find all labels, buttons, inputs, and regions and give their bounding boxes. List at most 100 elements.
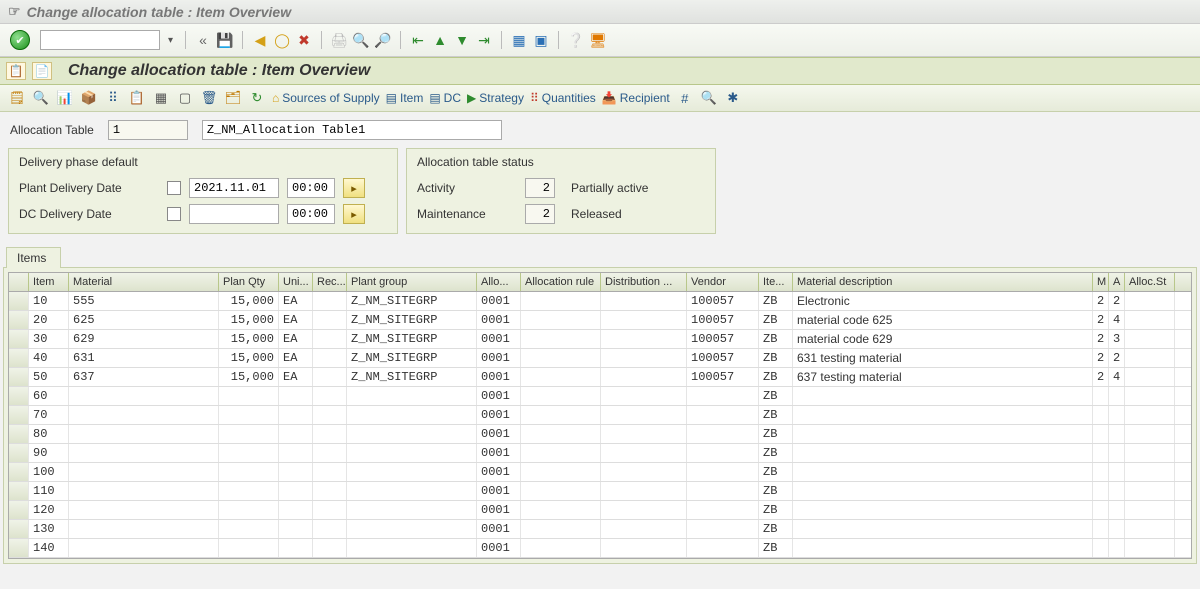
cell-vendor[interactable] (687, 482, 759, 500)
chart-icon[interactable]: 📊 (56, 89, 74, 107)
cell-ite[interactable]: ZB (759, 463, 793, 481)
refresh-icon[interactable]: ↻ (248, 89, 266, 107)
col-ite[interactable]: Ite... (759, 273, 793, 291)
col-a[interactable]: A (1109, 273, 1125, 291)
cell-allocst[interactable] (1125, 349, 1175, 367)
cell-qty[interactable] (219, 482, 279, 500)
cell-item[interactable]: 60 (29, 387, 69, 405)
cell-qty[interactable]: 15,000 (219, 292, 279, 310)
cell-ite[interactable]: ZB (759, 406, 793, 424)
grid-icon[interactable]: # (676, 89, 694, 107)
cell-material[interactable]: 631 (69, 349, 219, 367)
cell-item[interactable]: 30 (29, 330, 69, 348)
print-icon[interactable]: 🖨 (330, 31, 348, 49)
cell-a[interactable] (1109, 520, 1125, 538)
cell-allo[interactable]: 0001 (477, 539, 521, 557)
cell-unit[interactable] (279, 482, 313, 500)
dc-date-f4-icon[interactable]: ▸ (343, 204, 365, 224)
cell-item[interactable]: 40 (29, 349, 69, 367)
search-icon[interactable]: 🔍 (700, 89, 718, 107)
cell-ite[interactable]: ZB (759, 539, 793, 557)
cell-ite[interactable]: ZB (759, 330, 793, 348)
cell-alloc-rule[interactable] (521, 368, 601, 386)
cell-allocst[interactable] (1125, 425, 1175, 443)
col-plant-group[interactable]: Plant group (347, 273, 477, 291)
cell-allocst[interactable] (1125, 292, 1175, 310)
cell-alloc-rule[interactable] (521, 349, 601, 367)
cell-allo[interactable]: 0001 (477, 482, 521, 500)
cell-vendor[interactable] (687, 444, 759, 462)
col-description[interactable]: Material description (793, 273, 1093, 291)
detail-icon[interactable]: 🔍 (32, 89, 50, 107)
col-unit[interactable]: Uni... (279, 273, 313, 291)
package-icon[interactable]: 📦 (80, 89, 98, 107)
table-row[interactable]: 5063715,000EAZ_NM_SITEGRP0001100057ZB637… (9, 368, 1191, 387)
row-selector[interactable] (9, 444, 29, 462)
cell-unit[interactable]: EA (279, 330, 313, 348)
cell-plant-group[interactable]: Z_NM_SITEGRP (347, 292, 477, 310)
document-icon[interactable]: 📄 (32, 62, 52, 80)
cell-alloc-rule[interactable] (521, 311, 601, 329)
cell-plant-group[interactable]: Z_NM_SITEGRP (347, 368, 477, 386)
col-allo[interactable]: Allo... (477, 273, 521, 291)
cell-item[interactable]: 140 (29, 539, 69, 557)
cell-allo[interactable]: 0001 (477, 463, 521, 481)
cell-material[interactable] (69, 520, 219, 538)
cell-a[interactable]: 4 (1109, 311, 1125, 329)
cell-m[interactable]: 2 (1093, 292, 1109, 310)
recipient-button[interactable]: 📥 Recipient (602, 91, 670, 105)
cell-m[interactable] (1093, 539, 1109, 557)
cell-allo[interactable]: 0001 (477, 311, 521, 329)
cell-material[interactable] (69, 444, 219, 462)
alloc-table-name[interactable] (202, 120, 502, 140)
cell-rec[interactable] (313, 425, 347, 443)
table-row[interactable]: 1055515,000EAZ_NM_SITEGRP0001100057ZBEle… (9, 292, 1191, 311)
dc-date-input[interactable] (189, 204, 279, 224)
cell-plant-group[interactable] (347, 387, 477, 405)
cell-plant-group[interactable]: Z_NM_SITEGRP (347, 311, 477, 329)
col-alloc-rule[interactable]: Allocation rule (521, 273, 601, 291)
cell-m[interactable] (1093, 520, 1109, 538)
cell-ite[interactable]: ZB (759, 387, 793, 405)
select-all-icon[interactable]: ▦ (152, 89, 170, 107)
cell-allocst[interactable] (1125, 539, 1175, 557)
cell-allo[interactable]: 0001 (477, 387, 521, 405)
delete-icon[interactable]: 🗑 (200, 89, 218, 107)
cell-ite[interactable]: ZB (759, 292, 793, 310)
cell-alloc-rule[interactable] (521, 539, 601, 557)
cell-alloc-rule[interactable] (521, 406, 601, 424)
alloc-table-number[interactable] (108, 120, 188, 140)
cell-unit[interactable] (279, 387, 313, 405)
cell-ite[interactable]: ZB (759, 349, 793, 367)
enter-button[interactable]: ✔ (10, 30, 30, 50)
cell-unit[interactable] (279, 501, 313, 519)
cell-description[interactable]: Electronic (793, 292, 1093, 310)
cell-rec[interactable] (313, 330, 347, 348)
first-page-icon[interactable]: ⇤ (409, 31, 427, 49)
strategy-button[interactable]: ▶ Strategy (467, 91, 524, 105)
row-selector[interactable] (9, 368, 29, 386)
table-row[interactable]: 800001ZB (9, 425, 1191, 444)
cell-vendor[interactable] (687, 425, 759, 443)
cell-ite[interactable]: ZB (759, 311, 793, 329)
cell-material[interactable] (69, 501, 219, 519)
cell-item[interactable]: 10 (29, 292, 69, 310)
cell-allocst[interactable] (1125, 406, 1175, 424)
save-icon[interactable]: 💾 (216, 31, 234, 49)
row-selector[interactable] (9, 501, 29, 519)
row-selector[interactable] (9, 425, 29, 443)
cell-description[interactable] (793, 501, 1093, 519)
cell-material[interactable] (69, 539, 219, 557)
cell-qty[interactable] (219, 425, 279, 443)
cell-allo[interactable]: 0001 (477, 444, 521, 462)
cell-a[interactable] (1109, 444, 1125, 462)
cell-qty[interactable] (219, 539, 279, 557)
cell-m[interactable] (1093, 387, 1109, 405)
cell-m[interactable]: 2 (1093, 349, 1109, 367)
cell-alloc-rule[interactable] (521, 387, 601, 405)
cell-distribution[interactable] (601, 425, 687, 443)
cell-vendor[interactable] (687, 406, 759, 424)
cell-qty[interactable] (219, 406, 279, 424)
cell-ite[interactable]: ZB (759, 520, 793, 538)
cell-plant-group[interactable] (347, 520, 477, 538)
